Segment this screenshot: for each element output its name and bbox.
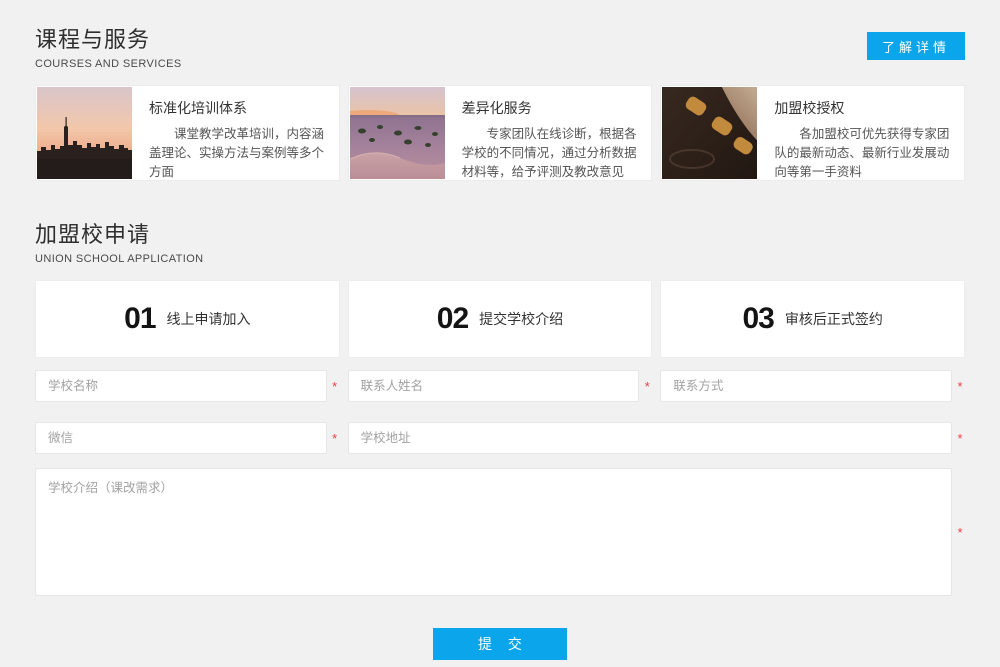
required-asterisk: *	[955, 380, 965, 393]
school-intro-textarea[interactable]	[35, 468, 952, 596]
field-group-school-name: *	[35, 370, 340, 402]
required-asterisk: *	[642, 380, 652, 393]
desert-dunes-dusk-image	[350, 87, 445, 179]
course-card-title: 加盟校授权	[774, 98, 951, 118]
school-address-input[interactable]	[348, 422, 952, 454]
course-card-desc: 课堂教学改革培训，内容涵盖理论、实操方法与案例等多个方面	[149, 125, 326, 181]
course-card-franchise-authorization: 加盟校授权 各加盟校可优先获得专家团队的最新动态、最新行业发展动向等第一手资料	[660, 85, 965, 181]
page: 课程与服务 COURSES AND SERVICES 了解详情	[0, 22, 1000, 660]
application-titles: 加盟校申请 UNION SCHOOL APPLICATION	[35, 217, 204, 265]
course-card-body: 加盟校授权 各加盟校可优先获得专家团队的最新动态、最新行业发展动向等第一手资料	[758, 86, 964, 180]
courses-titles: 课程与服务 COURSES AND SERVICES	[35, 22, 182, 70]
step-label: 提交学校介绍	[479, 309, 563, 329]
field-group-wechat: *	[35, 422, 340, 454]
field-group-school-address: *	[348, 422, 965, 454]
application-form: * * * * * * 提 交	[35, 370, 965, 660]
step-label: 审核后正式签约	[785, 309, 883, 329]
wechat-input[interactable]	[35, 422, 327, 454]
course-card-desc: 专家团队在线诊断，根据各学校的不同情况，通过分析数据材料等，给予评测及教改意见	[462, 125, 639, 181]
course-card-title: 差异化服务	[462, 98, 639, 118]
form-row-2: * *	[35, 422, 965, 454]
step-number: 01	[124, 302, 155, 336]
course-card-differentiated-service: 差异化服务 专家团队在线诊断，根据各学校的不同情况，通过分析数据材料等，给予评测…	[348, 85, 653, 181]
step-card-apply-online: 01 线上申请加入	[35, 280, 340, 358]
course-cards-row: 标准化培训体系 课堂教学改革培训，内容涵盖理论、实操方法与案例等多个方面	[35, 85, 965, 181]
application-subtitle: UNION SCHOOL APPLICATION	[35, 253, 204, 265]
step-card-sign-contract: 03 审核后正式签约	[660, 280, 965, 358]
submit-button[interactable]: 提 交	[433, 628, 567, 660]
film-strip-closeup-image	[662, 87, 757, 179]
courses-subtitle: COURSES AND SERVICES	[35, 58, 182, 70]
contact-phone-input[interactable]	[660, 370, 952, 402]
course-card-body: 标准化培训体系 课堂教学改革培训，内容涵盖理论、实操方法与案例等多个方面	[133, 86, 339, 180]
submit-row: 提 交	[35, 628, 965, 660]
application-title: 加盟校申请	[35, 217, 204, 249]
required-asterisk: *	[955, 526, 965, 539]
field-group-contact-name: *	[348, 370, 653, 402]
city-skyline-sunset-image	[37, 87, 132, 179]
learn-more-button[interactable]: 了解详情	[867, 32, 965, 60]
step-label: 线上申请加入	[167, 309, 251, 329]
application-steps-row: 01 线上申请加入 02 提交学校介绍 03 审核后正式签约	[35, 280, 965, 358]
course-card-training-system: 标准化培训体系 课堂教学改革培训，内容涵盖理论、实操方法与案例等多个方面	[35, 85, 340, 181]
application-section-header: 加盟校申请 UNION SCHOOL APPLICATION	[35, 217, 965, 265]
courses-section-header: 课程与服务 COURSES AND SERVICES 了解详情	[35, 22, 965, 70]
required-asterisk: *	[955, 432, 965, 445]
courses-title: 课程与服务	[35, 22, 182, 54]
field-group-school-intro: *	[35, 468, 965, 596]
form-row-1: * * *	[35, 370, 965, 402]
course-card-body: 差异化服务 专家团队在线诊断，根据各学校的不同情况，通过分析数据材料等，给予评测…	[446, 86, 652, 180]
field-group-contact-phone: *	[660, 370, 965, 402]
contact-name-input[interactable]	[348, 370, 640, 402]
course-card-title: 标准化培训体系	[149, 98, 326, 118]
step-number: 02	[437, 302, 468, 336]
required-asterisk: *	[330, 380, 340, 393]
step-card-submit-intro: 02 提交学校介绍	[348, 280, 653, 358]
school-name-input[interactable]	[35, 370, 327, 402]
course-card-desc: 各加盟校可优先获得专家团队的最新动态、最新行业发展动向等第一手资料	[774, 125, 951, 181]
required-asterisk: *	[330, 432, 340, 445]
step-number: 03	[742, 302, 773, 336]
